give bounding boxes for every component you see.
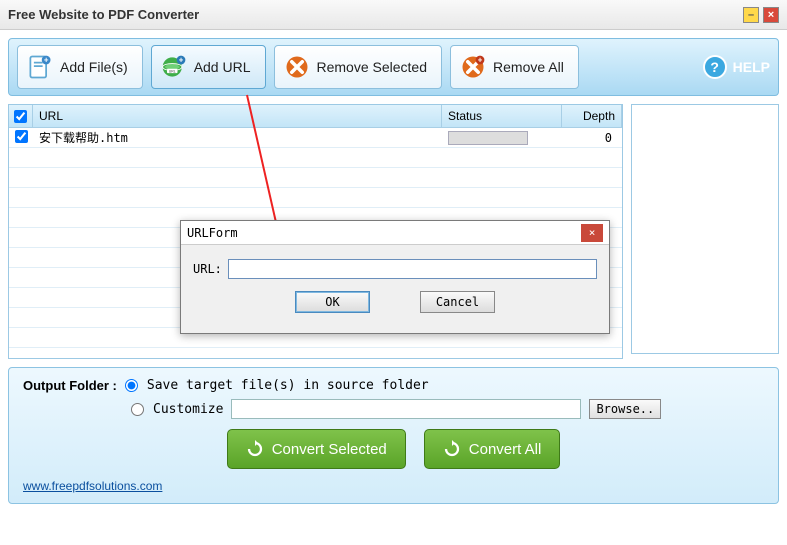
window-title: Free Website to PDF Converter xyxy=(8,7,199,22)
row-checkbox[interactable] xyxy=(15,130,28,143)
add-files-button[interactable]: + Add File(s) xyxy=(17,45,143,89)
remove-selected-label: Remove Selected xyxy=(317,59,428,75)
add-file-icon: + xyxy=(26,53,54,81)
preview-panel xyxy=(631,104,779,354)
svg-text:URL: URL xyxy=(168,69,175,73)
help-label: HELP xyxy=(733,59,770,75)
radio-source-label: Save target file(s) in source folder xyxy=(147,378,429,393)
table-header: URL Status Depth xyxy=(9,105,622,128)
dialog-title: URLForm xyxy=(187,226,238,240)
header-url[interactable]: URL xyxy=(33,105,442,127)
select-all-checkbox[interactable] xyxy=(14,110,27,123)
row-url: 安下载帮助.htm xyxy=(33,127,442,148)
convert-all-label: Convert All xyxy=(469,441,542,458)
url-dialog: URLForm × URL: OK Cancel xyxy=(180,220,610,334)
dialog-close-button[interactable]: × xyxy=(581,224,603,242)
header-status[interactable]: Status xyxy=(442,105,562,127)
refresh-icon xyxy=(443,440,461,458)
convert-all-button[interactable]: Convert All xyxy=(424,429,561,469)
header-depth[interactable]: Depth xyxy=(562,105,622,127)
globe-url-icon: URL+ xyxy=(160,53,188,81)
close-button[interactable]: × xyxy=(763,7,779,23)
add-files-label: Add File(s) xyxy=(60,59,128,75)
dialog-ok-button[interactable]: OK xyxy=(295,291,370,313)
radio-source-input[interactable] xyxy=(125,379,138,392)
convert-selected-button[interactable]: Convert Selected xyxy=(227,429,406,469)
svg-text:+: + xyxy=(478,56,483,65)
url-field-label: URL: xyxy=(193,262,222,276)
remove-all-icon: + xyxy=(459,53,487,81)
browse-button[interactable]: Browse.. xyxy=(589,399,661,419)
dialog-cancel-button[interactable]: Cancel xyxy=(420,291,495,313)
remove-all-label: Remove All xyxy=(493,59,564,75)
radio-custom-input[interactable] xyxy=(131,403,144,416)
remove-selected-button[interactable]: Remove Selected xyxy=(274,45,443,89)
row-depth: 0 xyxy=(562,129,622,147)
remove-all-button[interactable]: + Remove All xyxy=(450,45,579,89)
radio-customize[interactable]: Customize xyxy=(131,402,223,417)
output-folder-label: Output Folder : xyxy=(23,378,117,393)
refresh-icon xyxy=(246,440,264,458)
help-button[interactable]: ? HELP xyxy=(703,55,770,79)
custom-path-input[interactable] xyxy=(231,399,581,419)
dialog-titlebar: URLForm × xyxy=(181,221,609,245)
radio-custom-label: Customize xyxy=(153,402,223,417)
convert-selected-label: Convert Selected xyxy=(272,441,387,458)
toolbar: + Add File(s) URL+ Add URL Remove Select… xyxy=(8,38,779,96)
progress-bar xyxy=(448,131,528,145)
row-status xyxy=(442,129,562,147)
url-input[interactable] xyxy=(228,259,597,279)
svg-text:+: + xyxy=(44,56,49,65)
header-check[interactable] xyxy=(9,105,33,127)
table-row[interactable]: 安下载帮助.htm 0 xyxy=(9,128,622,148)
titlebar: Free Website to PDF Converter – × xyxy=(0,0,787,30)
svg-text:+: + xyxy=(178,56,183,65)
minimize-button[interactable]: – xyxy=(743,7,759,23)
add-url-label: Add URL xyxy=(194,59,251,75)
website-link[interactable]: www.freepdfsolutions.com xyxy=(23,479,162,493)
help-icon: ? xyxy=(703,55,727,79)
remove-selected-icon xyxy=(283,53,311,81)
add-url-button[interactable]: URL+ Add URL xyxy=(151,45,266,89)
output-panel: Output Folder : Save target file(s) in s… xyxy=(8,367,779,504)
radio-source-folder[interactable]: Save target file(s) in source folder xyxy=(125,378,429,393)
